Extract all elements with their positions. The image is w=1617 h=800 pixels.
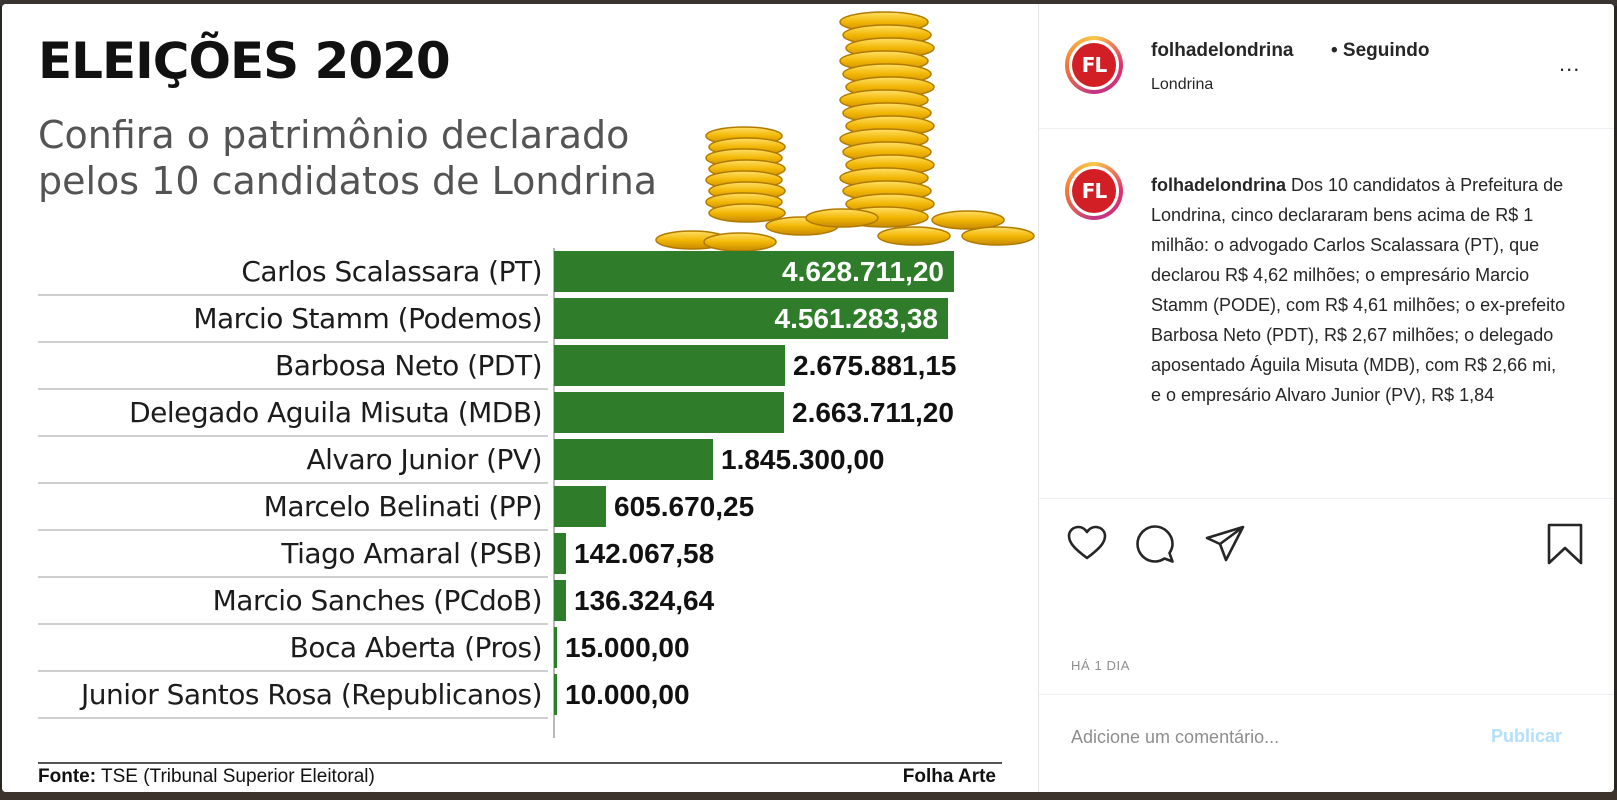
chart-row: Delegado Aguila Misuta (MDB) 2.663.711,20 [38, 389, 1018, 437]
chart-row: Marcio Sanches (PCdoB) 136.324,64 [38, 577, 1018, 625]
gold-coins-illustration [655, 11, 1035, 252]
chart-row: Marcelo Belinati (PP) 605.670,25 [38, 483, 1018, 531]
source-note: Fonte: TSE (Tribunal Superior Eleitoral) [38, 766, 375, 788]
coin-loose [877, 226, 951, 246]
bar [554, 533, 566, 574]
category-label: Marcio Sanches (PCdoB) [212, 584, 543, 617]
category-label: Marcelo Belinati (PP) [263, 490, 543, 523]
value-label: 2.675.881,15 [793, 350, 957, 381]
publish-button[interactable]: Publicar [1491, 726, 1562, 747]
chart-row: Marcio Stamm (Podemos) 4.561.283,38 [38, 295, 1018, 343]
source-text: TSE (Tribunal Superior Eleitoral) [100, 766, 375, 787]
value-label: 4.628.711,20 [782, 256, 944, 287]
bar [554, 580, 566, 621]
chart-row: Boca Aberta (Pros) 15.000,00 [38, 624, 1018, 672]
comment-icon[interactable] [1133, 522, 1177, 566]
value-label: 136.324,64 [574, 585, 715, 616]
avatar-logo: FL [1072, 43, 1116, 87]
bar [554, 674, 557, 715]
header-divider [1039, 128, 1614, 129]
chart-row: Junior Santos Rosa (Republicanos) 10.000,… [38, 671, 1018, 719]
footer-rule [38, 762, 1002, 764]
post-location[interactable]: Londrina [1151, 76, 1213, 94]
comment-divider [1039, 694, 1614, 695]
instagram-post: ELEIÇÕES 2020 Confira o patrimônio decla… [2, 4, 1614, 792]
more-options-icon[interactable]: ... [1559, 53, 1580, 75]
bar [554, 345, 785, 386]
category-label: Carlos Scalassara (PT) [241, 255, 542, 288]
chart-row: Carlos Scalassara (PT) 4.628.711,20 [38, 248, 1018, 296]
value-label: 605.670,25 [614, 491, 755, 522]
bar [554, 486, 606, 527]
graphic-credit: Folha Arte [902, 766, 996, 787]
share-icon[interactable] [1203, 522, 1247, 566]
category-label: Marcio Stamm (Podemos) [193, 302, 542, 335]
coin-stack-medium [708, 203, 786, 223]
value-label: 4.561.283,38 [774, 303, 939, 334]
source-label: Fonte: [38, 766, 97, 787]
chart-row: Alvaro Junior (PV) 1.845.300,00 [38, 436, 1018, 484]
bar [554, 439, 713, 480]
bar [554, 627, 557, 668]
graphic-subtitle: Confira o patrimônio declarado pelos 10 … [38, 113, 658, 203]
category-label: Boca Aberta (Pros) [289, 631, 543, 664]
category-label: Junior Santos Rosa (Republicanos) [81, 678, 542, 711]
heart-icon[interactable] [1065, 522, 1109, 566]
value-label: 1.845.300,00 [721, 444, 885, 475]
coin-loose [961, 226, 1035, 246]
header-username[interactable]: folhadelondrina [1151, 40, 1294, 62]
value-label: 142.067,58 [574, 538, 715, 569]
value-label: 10.000,00 [565, 679, 690, 710]
category-label: Delegado Aguila Misuta (MDB) [129, 396, 542, 429]
post-timestamp[interactable]: HÁ 1 DIA [1071, 658, 1130, 673]
post-sidebar: FL folhadelondrina • Seguindo Londrina .… [1038, 4, 1614, 792]
following-status[interactable]: • Seguindo [1331, 40, 1429, 62]
comment-input[interactable] [1071, 722, 1471, 752]
bar [554, 392, 784, 433]
coin-loose [931, 210, 1005, 230]
chart-row: Barbosa Neto (PDT) 2.675.881,15 [38, 342, 1018, 390]
coin-loose [805, 208, 879, 228]
header-avatar[interactable]: FL [1065, 36, 1123, 94]
category-label: Tiago Amaral (PSB) [281, 537, 542, 570]
avatar-logo: FL [1072, 169, 1116, 213]
post-image[interactable]: ELEIÇÕES 2020 Confira o patrimônio decla… [2, 4, 1038, 792]
actions-divider [1039, 498, 1614, 499]
caption-text: Dos 10 candidatos à Prefeitura de Londri… [1151, 175, 1566, 405]
caption-avatar[interactable]: FL [1065, 162, 1123, 220]
bookmark-icon[interactable] [1543, 522, 1587, 566]
category-label: Alvaro Junior (PV) [306, 443, 542, 476]
category-label: Barbosa Neto (PDT) [274, 349, 543, 382]
value-label: 15.000,00 [565, 632, 690, 663]
caption-username[interactable]: folhadelondrina [1151, 175, 1286, 195]
value-label: 2.663.711,20 [792, 397, 954, 428]
graphic-title: ELEIÇÕES 2020 [38, 32, 451, 90]
post-caption: folhadelondrina Dos 10 candidatos à Pref… [1151, 170, 1571, 498]
bar-chart: Carlos Scalassara (PT) 4.628.711,20 Marcio… [38, 248, 1018, 738]
chart-row: Tiago Amaral (PSB) 142.067,58 [38, 530, 1018, 578]
